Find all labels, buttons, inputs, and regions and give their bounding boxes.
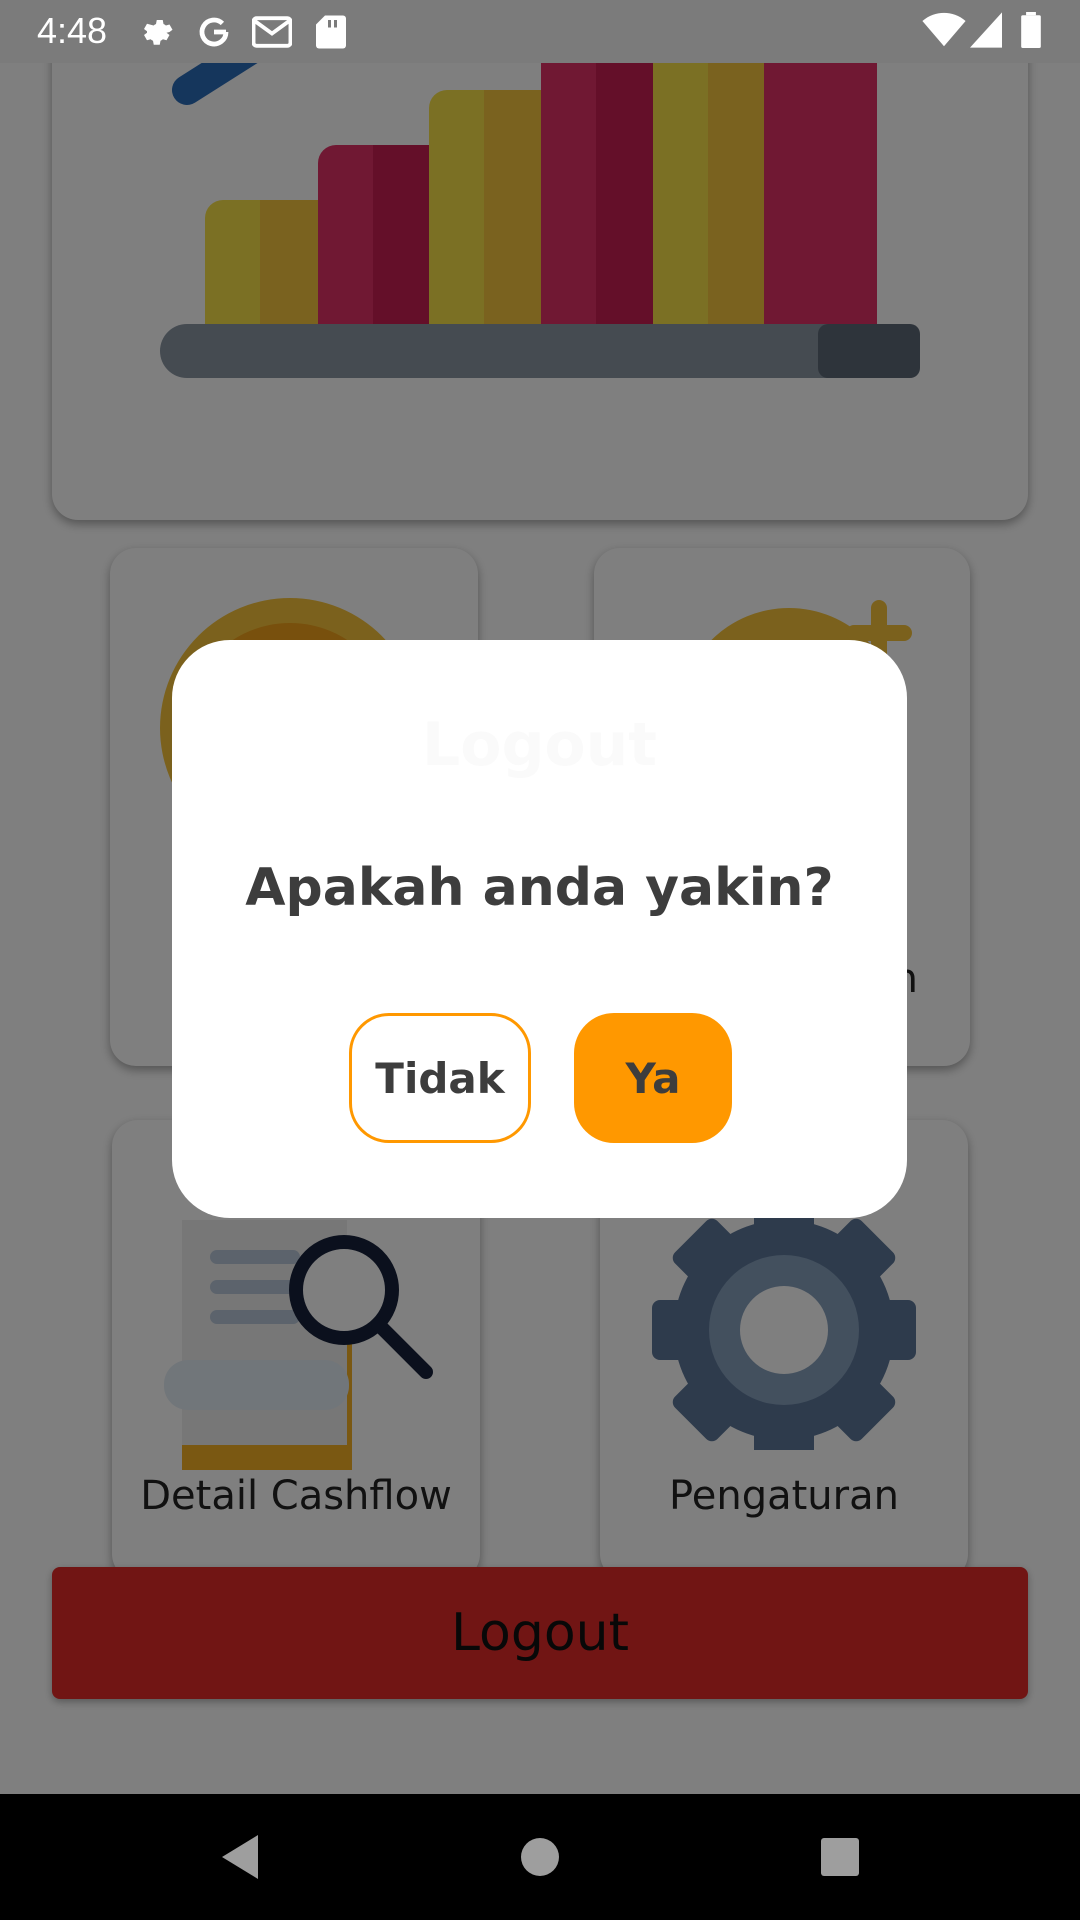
navigation-bar [0,1794,1080,1920]
gmail-icon [251,14,293,54]
battery-icon [1020,12,1042,52]
confirm-button[interactable]: Ya [574,1013,732,1143]
recents-icon[interactable] [800,1794,880,1920]
back-icon[interactable] [200,1794,280,1920]
wifi-icon [922,12,966,52]
google-icon [196,14,232,54]
logout-dialog: Logout Apakah anda yakin? Tidak Ya [172,640,907,1218]
sd-card-icon [316,14,346,54]
settings-icon [138,14,174,54]
app-screen: 4:48 Logout Apakah anda yakin? Tidak Ya [0,0,1080,1920]
dialog-message: Apakah anda yakin? [245,858,834,918]
cancel-button[interactable]: Tidak [349,1013,531,1143]
status-bar: 4:48 [0,0,1080,63]
dialog-title: Logout [421,710,658,780]
signal-icon [970,12,1002,52]
home-icon[interactable] [500,1794,580,1920]
status-time: 4:48 [37,10,108,51]
